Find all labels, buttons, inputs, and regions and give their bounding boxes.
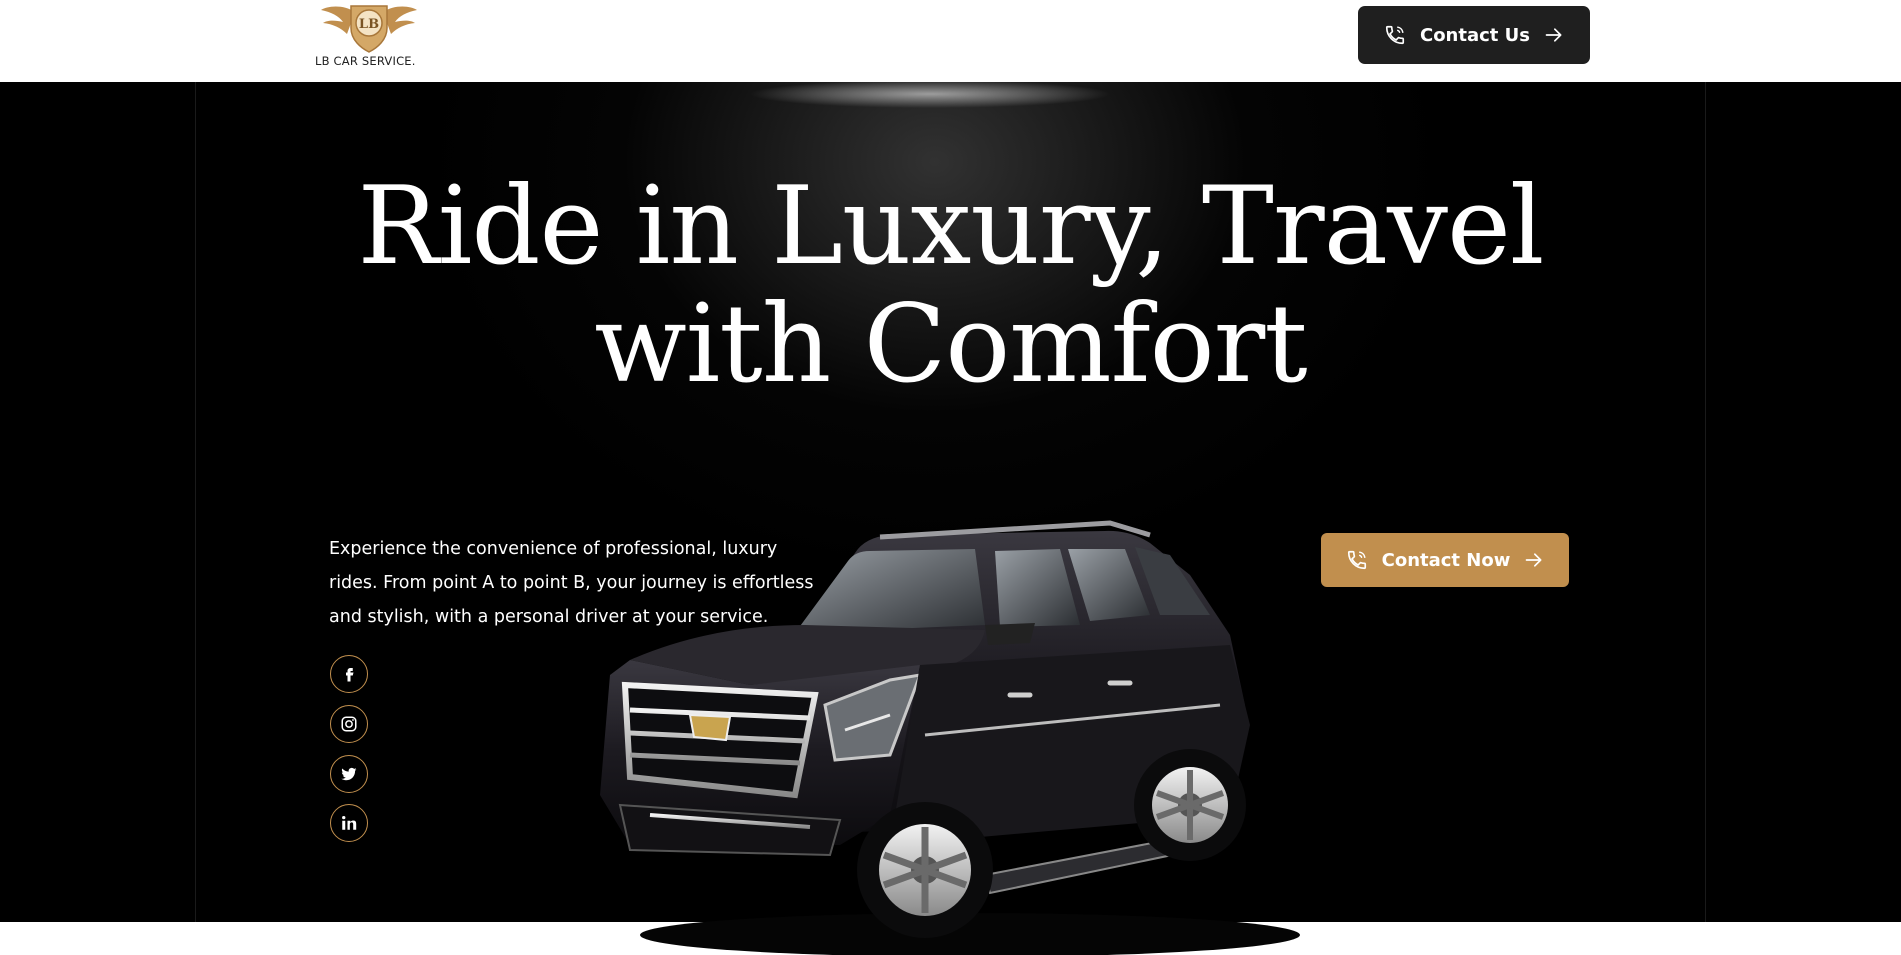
instagram-icon	[341, 716, 357, 732]
logo-wordmark: LB CAR SERVICE.	[315, 54, 416, 68]
luxury-suv-image	[600, 520, 1300, 955]
site-header: LB LB CAR SERVICE. Contact Us	[0, 0, 1901, 82]
phone-icon	[1347, 550, 1366, 570]
facebook-icon	[346, 668, 354, 682]
arrow-right-icon	[1545, 28, 1562, 42]
linkedin-link[interactable]	[330, 804, 368, 842]
svg-text:LB: LB	[359, 17, 379, 32]
contact-us-label: Contact Us	[1419, 24, 1530, 46]
linkedin-icon	[342, 815, 357, 830]
hero-title-line2: with Comfort	[594, 282, 1307, 407]
contact-us-button[interactable]: Contact Us	[1358, 6, 1590, 64]
twitter-link[interactable]	[330, 755, 368, 793]
contact-now-button[interactable]: Contact Now	[1321, 533, 1569, 587]
hero-title: Ride in Luxury, Travel with Comfort	[0, 168, 1901, 404]
hero-title-line1: Ride in Luxury, Travel	[357, 164, 1545, 289]
arrow-right-icon	[1526, 553, 1542, 567]
facebook-link[interactable]	[330, 655, 368, 693]
instagram-link[interactable]	[330, 705, 368, 743]
phone-icon	[1385, 25, 1405, 45]
contact-now-label: Contact Now	[1381, 549, 1511, 571]
twitter-icon	[341, 767, 357, 781]
